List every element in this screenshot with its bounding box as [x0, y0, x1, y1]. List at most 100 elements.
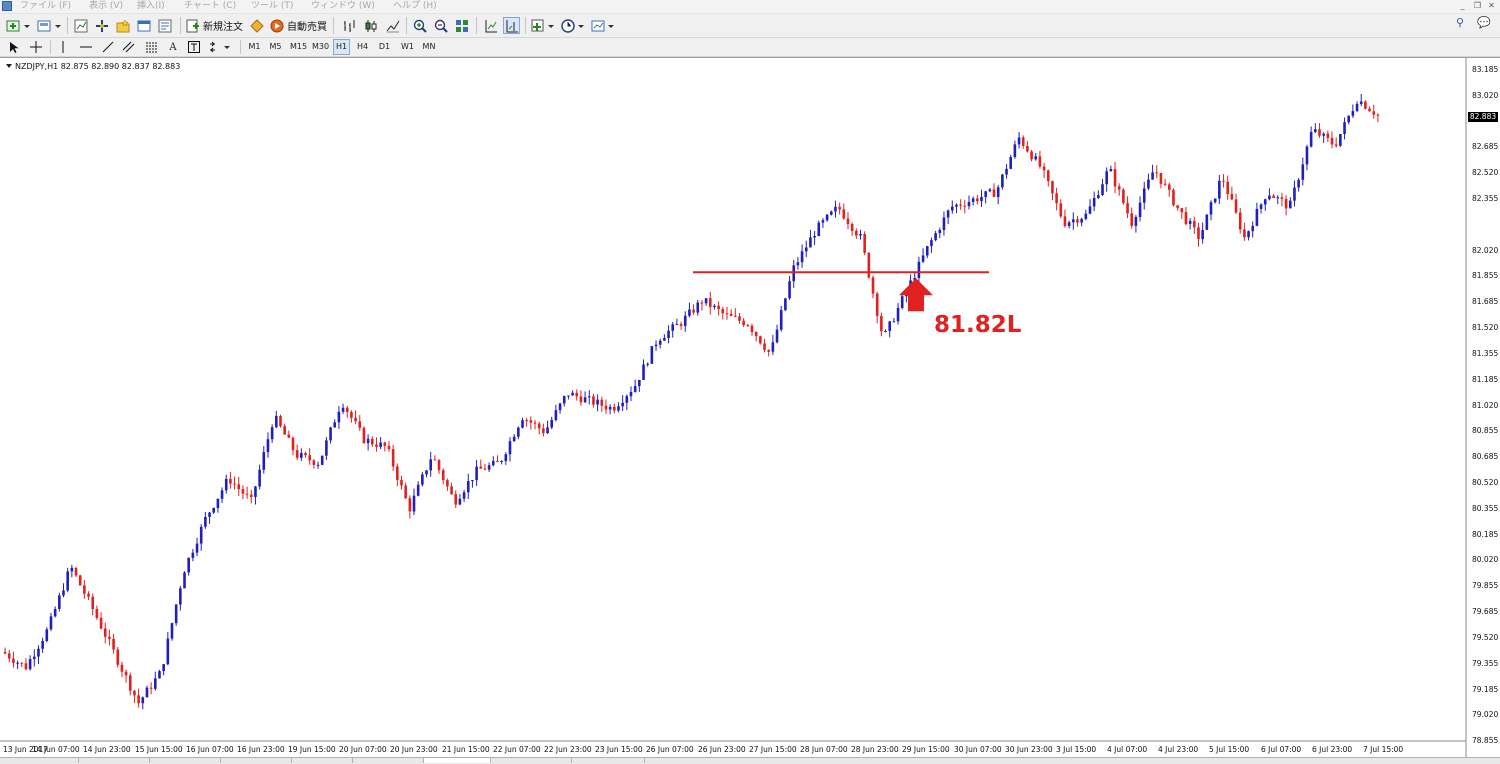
terminal-button[interactable] — [135, 17, 152, 34]
fibonacci-button[interactable] — [144, 39, 160, 55]
price-chart[interactable] — [0, 58, 1500, 764]
candle-body — [1339, 133, 1342, 146]
menu-view[interactable]: 表示 (V) — [89, 0, 123, 13]
chart-tab[interactable] — [221, 758, 292, 763]
timeframe-m30[interactable]: M30 — [310, 39, 331, 55]
chart-window[interactable]: NZDJPY,H1 82.875 82.890 82.837 82.883 83… — [0, 57, 1500, 764]
candle-body — [370, 438, 374, 445]
templates-button[interactable] — [590, 17, 617, 34]
candle-body — [212, 507, 216, 513]
menu-tools[interactable]: ツール (T) — [251, 0, 293, 13]
chart-tab[interactable] — [0, 758, 79, 763]
candle-body — [295, 450, 299, 458]
horizontal-line-button[interactable] — [78, 39, 94, 55]
line-chart-button[interactable] — [384, 17, 401, 34]
candle-body — [955, 204, 958, 207]
timeframe-h4[interactable]: H4 — [353, 39, 372, 55]
candle-body — [1117, 186, 1121, 190]
candle-body — [1042, 166, 1046, 171]
candle-body — [946, 210, 950, 218]
trendline-button[interactable] — [100, 39, 116, 55]
candle-body — [216, 498, 220, 508]
metaeditor-button[interactable] — [248, 17, 265, 34]
tile-windows-button[interactable] — [453, 17, 470, 34]
candle-body — [1172, 189, 1175, 206]
data-window-button[interactable] — [93, 17, 110, 34]
candle-body — [650, 346, 654, 364]
new-order-button[interactable]: 新規注文 — [186, 17, 243, 34]
timeframe-d1[interactable]: D1 — [376, 39, 393, 55]
candle-body — [1105, 171, 1108, 185]
candle-body — [1334, 144, 1338, 146]
candle-body — [496, 460, 499, 462]
candle-body — [3, 651, 7, 654]
time-tick-label: 7 Jul 15:00 — [1363, 745, 1404, 754]
menu-window[interactable]: ウィンドウ (W) — [311, 0, 375, 13]
zoom-out-button[interactable] — [432, 17, 449, 34]
navigator-button[interactable] — [114, 17, 131, 34]
candle-body — [900, 296, 904, 308]
chart-tab[interactable] — [491, 758, 572, 763]
text-button[interactable]: A — [166, 39, 180, 55]
candle-body — [734, 315, 737, 317]
candle-body — [1259, 204, 1263, 209]
market-watch-button[interactable] — [72, 17, 89, 34]
timeframe-m5[interactable]: M5 — [267, 39, 284, 55]
market-watch-icon — [74, 19, 87, 32]
profiles-button[interactable] — [35, 17, 63, 34]
text-a-icon: A — [169, 41, 177, 53]
zoom-in-button[interactable] — [411, 17, 428, 34]
vertical-line-button[interactable] — [56, 39, 70, 55]
chat-icon[interactable]: 💬 — [1477, 16, 1491, 34]
timeframe-m15[interactable]: M15 — [288, 39, 309, 55]
candle-body — [158, 671, 161, 679]
candle-body — [604, 405, 608, 410]
chart-tab[interactable] — [292, 758, 353, 763]
text-label-button[interactable] — [187, 39, 201, 55]
restore-icon[interactable]: ❐ — [1472, 1, 1483, 11]
candle-body — [483, 468, 487, 470]
search-icon[interactable]: ⚲ — [1456, 16, 1464, 34]
candle-body — [750, 325, 754, 333]
indicators-button[interactable] — [530, 17, 557, 34]
timeframe-mn[interactable]: MN — [419, 39, 439, 55]
chart-tab[interactable] — [79, 758, 150, 763]
periods-button[interactable] — [560, 17, 587, 34]
crosshair-button[interactable] — [28, 39, 44, 55]
auto-scroll-button[interactable] — [482, 17, 499, 34]
auto-trading-button[interactable]: 自動売買 — [270, 17, 327, 34]
close-icon[interactable]: ✕ — [1486, 1, 1497, 11]
candle-body — [1151, 172, 1154, 180]
bar-chart-button[interactable] — [340, 17, 357, 34]
menu-chart[interactable]: チャート (C) — [184, 0, 236, 13]
candle-body — [829, 211, 833, 215]
candle-body — [558, 403, 562, 411]
candle-body — [333, 422, 337, 428]
time-tick-label: 4 Jul 23:00 — [1158, 745, 1199, 754]
menu-help[interactable]: ヘルプ (H) — [393, 0, 437, 13]
timeframe-h1[interactable]: H1 — [333, 39, 350, 55]
candle-body — [291, 437, 295, 451]
new-chart-button[interactable] — [4, 17, 32, 34]
candle-body — [729, 313, 733, 316]
strategy-tester-button[interactable] — [156, 17, 173, 34]
chart-tab[interactable] — [572, 758, 645, 763]
candle-body — [742, 320, 745, 326]
timeframe-w1[interactable]: W1 — [398, 39, 417, 55]
candlestick-button[interactable] — [362, 17, 379, 34]
indicators-icon — [531, 19, 554, 31]
candle-body — [1272, 195, 1275, 198]
chart-tab-active[interactable] — [424, 758, 491, 763]
candle-body — [633, 386, 637, 392]
chart-tab[interactable] — [353, 758, 424, 763]
menu-file[interactable]: ファイル (F) — [20, 0, 71, 13]
chart-shift-button[interactable] — [503, 17, 520, 34]
cursor-button[interactable] — [7, 39, 21, 55]
channel-button[interactable] — [121, 39, 137, 55]
minimize-icon[interactable]: _ — [1457, 1, 1468, 11]
arrows-button[interactable] — [208, 39, 232, 55]
chart-tab[interactable] — [150, 758, 221, 763]
menu-insert[interactable]: 挿入(I) — [137, 0, 165, 13]
timeframe-m1[interactable]: M1 — [246, 39, 263, 55]
candle-body — [195, 543, 199, 553]
